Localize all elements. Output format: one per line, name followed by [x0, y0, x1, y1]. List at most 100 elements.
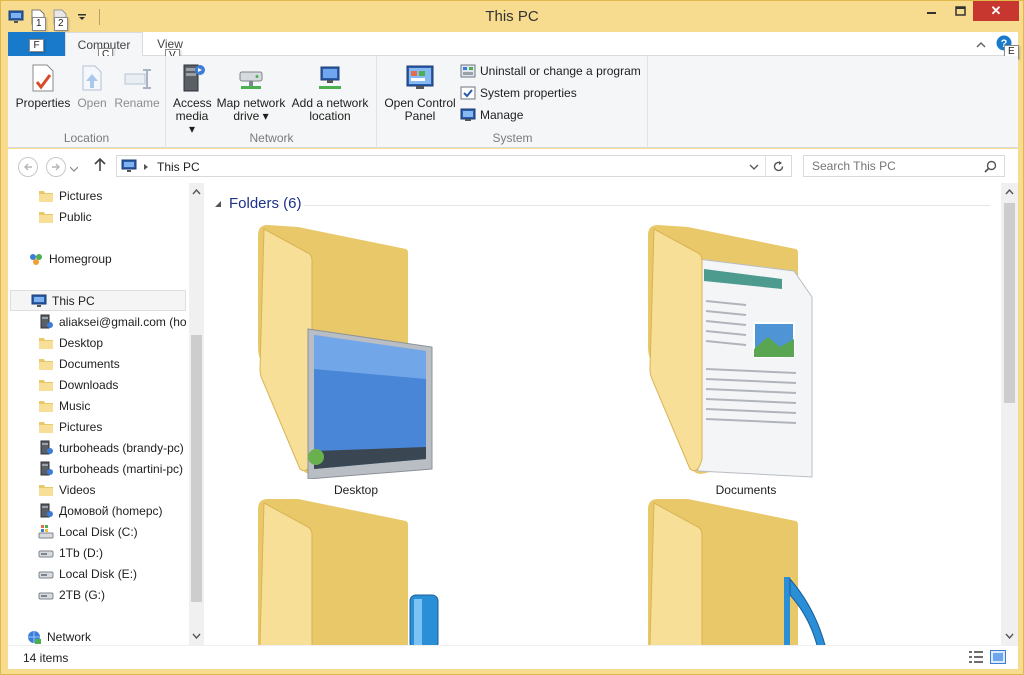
rename-label: Rename: [114, 96, 160, 110]
search-box[interactable]: [803, 155, 1005, 177]
group-location-label: Location: [63, 131, 110, 145]
nav-scroll-thumb[interactable]: [191, 335, 202, 602]
nav-item[interactable]: turboheads (brandy-pc): [8, 437, 186, 458]
nav-item[interactable]: 2TB (G:): [8, 584, 186, 605]
help-icon[interactable]: ? E: [996, 35, 1019, 59]
nav-item[interactable]: Домовой (homepc): [8, 500, 186, 521]
group-location: Properties Open Rename Location: [8, 56, 166, 148]
documents-folder-icon: [648, 225, 813, 478]
back-button[interactable]: [18, 157, 38, 177]
breadcrumb-chevron-icon[interactable]: [143, 163, 149, 171]
drive-icon: [38, 566, 54, 582]
downloads-folder-icon: [258, 499, 439, 645]
details-view-icon[interactable]: [968, 650, 984, 667]
nav-item[interactable]: Public: [8, 206, 186, 227]
folder-icon: [38, 209, 54, 225]
add-network-location-button[interactable]: Add a network location: [289, 62, 371, 123]
collapse-group-icon[interactable]: [214, 200, 222, 208]
open-control-panel-button[interactable]: Open Control Panel: [382, 62, 458, 123]
programs-icon: [460, 64, 476, 78]
scroll-up-icon[interactable]: [192, 189, 201, 195]
folders-group-header[interactable]: Folders (6): [214, 195, 302, 212]
large-icons-view-icon[interactable]: [990, 650, 1006, 667]
nav-item-label: Desktop: [59, 335, 104, 350]
open-button[interactable]: Open: [72, 62, 112, 110]
nav-item[interactable]: Documents: [8, 353, 186, 374]
manage-icon: [460, 108, 476, 121]
address-dropdown-icon[interactable]: [749, 164, 759, 171]
nav-item[interactable]: This PC: [10, 290, 186, 311]
content-scroll-thumb[interactable]: [1004, 203, 1015, 403]
uninstall-program-button[interactable]: Uninstall or change a program: [460, 61, 641, 81]
nav-item[interactable]: Pictures: [8, 416, 186, 437]
collapse-ribbon-icon[interactable]: [976, 38, 986, 52]
recent-locations-icon[interactable]: [69, 161, 79, 175]
nav-item-label: turboheads (martini-pc): [59, 461, 184, 476]
folder-documents[interactable]: Documents: [636, 219, 856, 509]
navigation-pane: Pictures Public Homegroup This PC aliaksei@g…: [8, 183, 204, 645]
nav-item-label: Pictures: [59, 419, 103, 434]
nav-item[interactable]: Network: [8, 626, 186, 645]
nav-item[interactable]: Local Disk (C:): [8, 521, 186, 542]
nav-scrollbar[interactable]: [189, 183, 204, 645]
up-arrow-icon[interactable]: [94, 157, 106, 175]
item-count: 14 items: [23, 651, 69, 665]
nav-item[interactable]: Pictures: [8, 185, 186, 206]
minimize-button[interactable]: [917, 1, 947, 21]
content-pane: Folders (6) Desktop Documents: [204, 183, 1018, 645]
access-media-button[interactable]: Access media ▾: [173, 62, 212, 136]
nav-item[interactable]: Videos: [8, 479, 186, 500]
folder-downloads[interactable]: [246, 499, 466, 645]
nav-item[interactable]: Downloads: [8, 374, 186, 395]
content-scroll-down-icon[interactable]: [1005, 633, 1014, 639]
nav-item[interactable]: 1Tb (D:): [8, 542, 186, 563]
content-scroll-up-icon[interactable]: [1005, 189, 1014, 195]
nav-item[interactable]: Desktop: [8, 332, 186, 353]
control-panel-icon: [404, 62, 436, 94]
tab-file[interactable]: F: [8, 32, 65, 56]
address-row: This PC: [8, 149, 1018, 183]
rename-button[interactable]: Rename: [112, 62, 162, 110]
system-properties-label: System properties: [480, 86, 577, 100]
scroll-down-icon[interactable]: [192, 633, 201, 639]
manage-button[interactable]: Manage: [460, 105, 523, 125]
refresh-icon[interactable]: [772, 160, 785, 173]
search-icon[interactable]: [984, 160, 997, 173]
window-title: This PC: [485, 8, 539, 25]
system-properties-icon: [460, 86, 476, 100]
nav-item[interactable]: Local Disk (E:): [8, 563, 186, 584]
tab-computer[interactable]: Computer C: [65, 32, 143, 62]
nav-item-label: Домовой (homepc): [59, 503, 163, 518]
explorer-window: 1 2 This PC ✕ F Computer C View ? E Prop…: [0, 0, 1024, 675]
network-drive-icon: [235, 62, 267, 94]
nav-item[interactable]: Homegroup: [8, 248, 186, 269]
system-properties-button[interactable]: System properties: [460, 83, 577, 103]
folder-icon: [38, 482, 54, 498]
content-scrollbar[interactable]: [1001, 183, 1018, 645]
tab-view[interactable]: View V: [146, 32, 194, 63]
maximize-button[interactable]: [947, 1, 973, 21]
address-bar[interactable]: This PC: [116, 155, 792, 177]
nav-item[interactable]: turboheads (martini-pc): [8, 458, 186, 479]
folder-music[interactable]: [636, 499, 856, 645]
close-button[interactable]: ✕: [973, 1, 1019, 21]
add-location-label-2: location: [309, 109, 351, 123]
folder-icon: [38, 356, 54, 372]
nav-item[interactable]: aliaksei@gmail.com (ho: [8, 311, 186, 332]
folder-desktop[interactable]: Desktop: [246, 219, 466, 509]
properties-button[interactable]: Properties: [14, 62, 72, 110]
map-network-drive-button[interactable]: Map network drive ▾: [215, 62, 287, 123]
nav-item[interactable]: Music: [8, 395, 186, 416]
properties-label: Properties: [15, 96, 71, 110]
breadcrumb-this-pc[interactable]: This PC: [157, 160, 200, 174]
nav-item-label: 1Tb (D:): [59, 545, 104, 560]
manage-label: Manage: [480, 108, 524, 122]
nav-item-label: Documents: [59, 356, 120, 371]
nav-item-label: Local Disk (C:): [59, 524, 138, 539]
this-pc-icon: [121, 159, 137, 172]
ribbon-tab-strip: F Computer C View V ? E: [8, 32, 1019, 63]
forward-button[interactable]: [46, 157, 66, 177]
forward-arrow-icon: [52, 163, 60, 171]
group-system-label: System: [492, 131, 533, 145]
search-input[interactable]: [810, 157, 980, 175]
